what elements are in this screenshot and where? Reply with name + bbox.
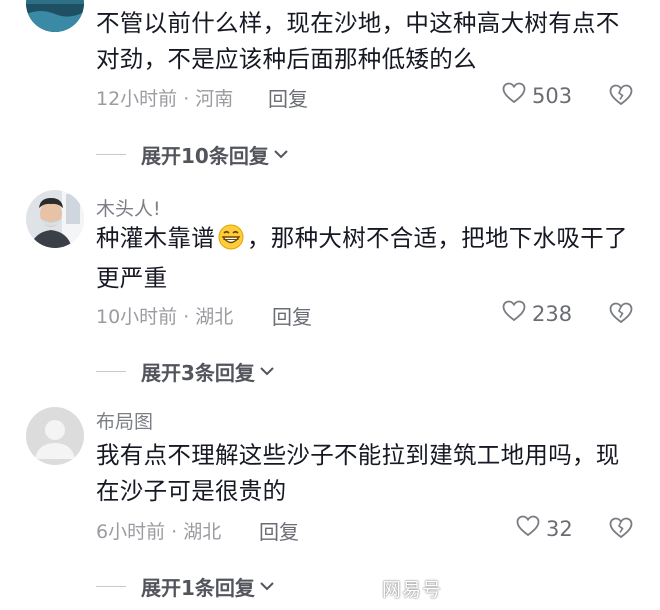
broken-heart-icon — [609, 84, 633, 110]
avatar[interactable] — [26, 407, 84, 465]
comment-username[interactable]: 布局图 — [96, 407, 153, 434]
dislike-button[interactable] — [609, 517, 633, 543]
heart-outline-icon — [502, 300, 526, 327]
divider-line — [96, 586, 126, 587]
comment-text: 不管以前什么样，现在沙地，中这种高大树有点不对劲，不是应该种后面那种低矮的么 — [96, 9, 620, 73]
comment-text-part: 种灌木靠谱 — [96, 224, 215, 252]
expand-replies-label: 展开3条回复 — [141, 361, 255, 385]
like-button[interactable]: 238 — [502, 300, 572, 327]
divider-line — [96, 371, 126, 372]
broken-heart-icon — [609, 302, 633, 328]
reply-button[interactable]: 回复 — [272, 301, 312, 330]
expand-replies-button[interactable]: 展开1条回复 — [96, 572, 275, 601]
chevron-down-icon — [255, 362, 275, 381]
comment-text: 种灌木靠谱 ，那种大树不合适，把地下水吸干了更严重 — [96, 220, 641, 296]
divider-line — [96, 154, 126, 155]
dislike-button[interactable] — [609, 302, 633, 328]
dislike-button[interactable] — [609, 84, 633, 110]
like-count: 32 — [546, 516, 573, 541]
reply-button[interactable]: 回复 — [268, 83, 308, 112]
broken-heart-icon — [609, 517, 633, 543]
chevron-down-icon — [255, 577, 275, 596]
like-button[interactable]: 503 — [502, 82, 572, 109]
expand-replies-label: 展开10条回复 — [141, 144, 269, 168]
comment-meta: 10小时前 · 湖北 — [96, 306, 234, 328]
watermark: 网易号 — [382, 579, 443, 601]
expand-replies-label: 展开1条回复 — [141, 576, 255, 600]
avatar[interactable] — [26, 190, 84, 248]
grinning-emoji-icon — [217, 224, 245, 260]
comment-username[interactable]: 木头人! — [96, 194, 161, 221]
comment-text: 我有点不理解这些沙子不能拉到建筑工地用吗，现在沙子可是很贵的 — [96, 441, 620, 505]
heart-outline-icon — [502, 82, 526, 109]
expand-replies-button[interactable]: 展开3条回复 — [96, 357, 275, 386]
like-button[interactable]: 32 — [516, 515, 573, 542]
reply-button[interactable]: 回复 — [259, 516, 299, 545]
chevron-down-icon — [269, 145, 289, 164]
avatar[interactable] — [26, 0, 84, 32]
like-count: 238 — [532, 301, 573, 326]
like-count: 503 — [532, 83, 573, 108]
heart-outline-icon — [516, 515, 540, 542]
comment-meta: 12小时前 · 河南 — [96, 88, 234, 110]
expand-replies-button[interactable]: 展开10条回复 — [96, 140, 289, 169]
comment-meta: 6小时前 · 湖北 — [96, 521, 222, 543]
